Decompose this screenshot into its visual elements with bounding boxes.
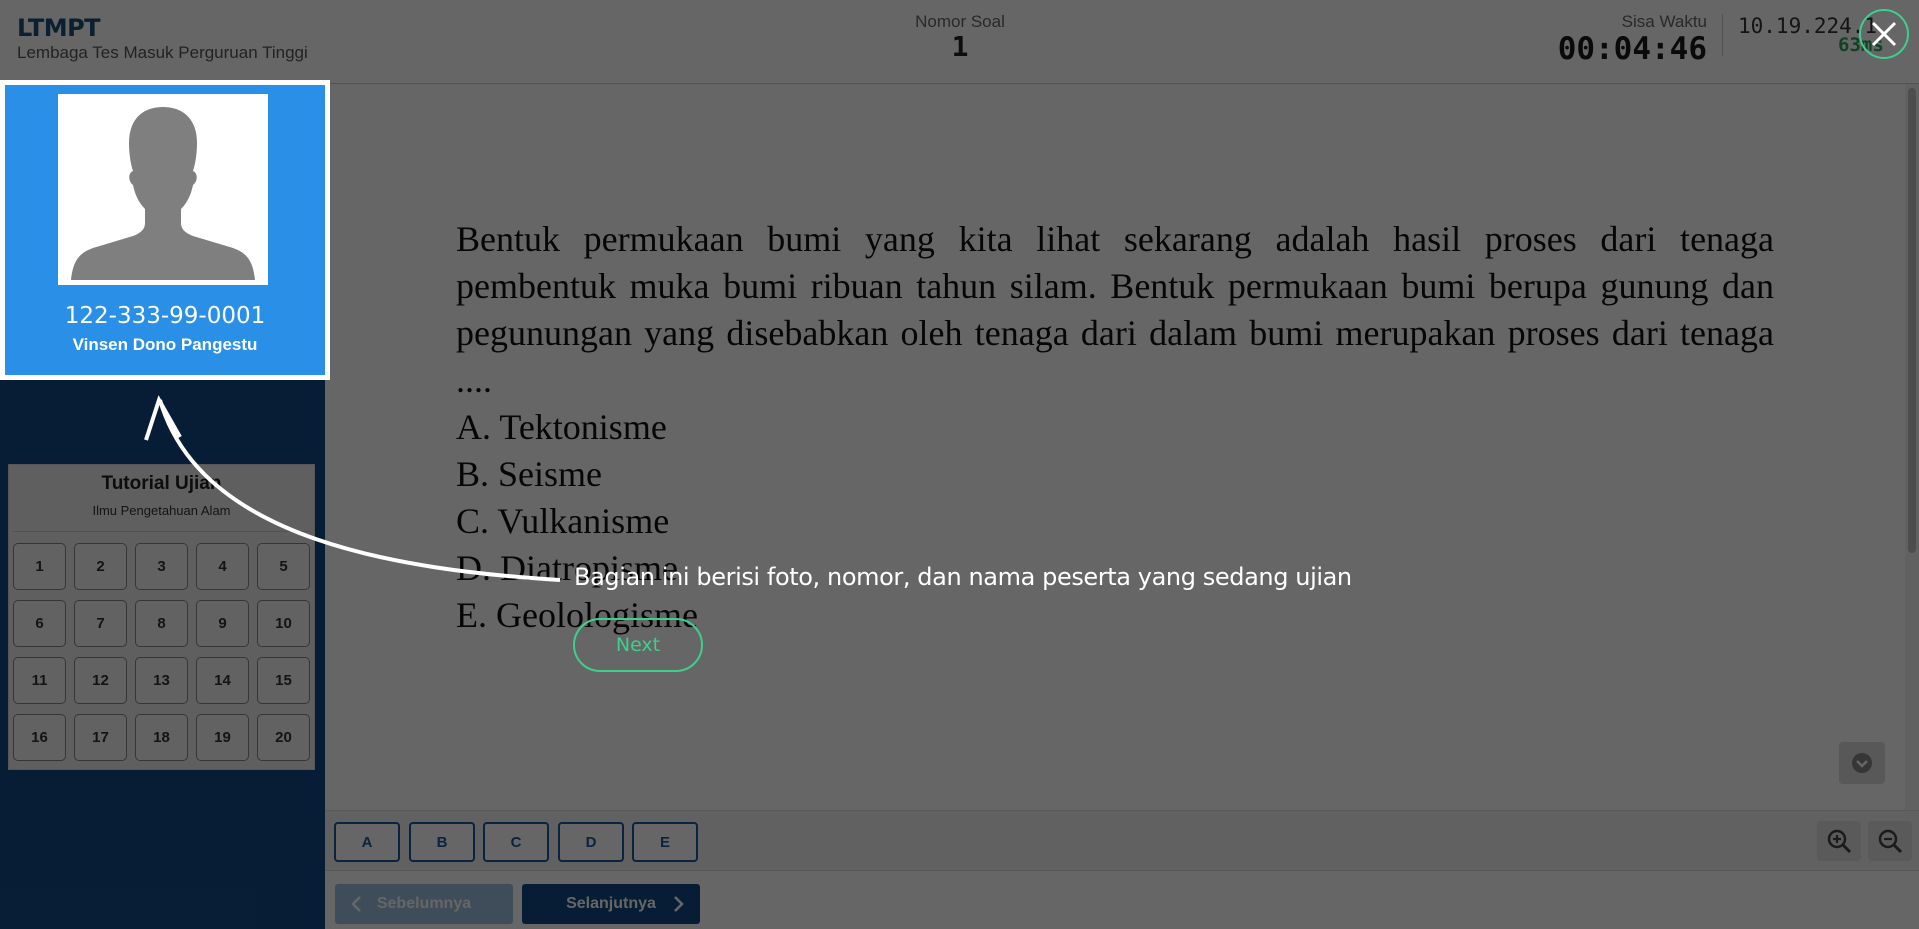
question-button-5[interactable]: 5 xyxy=(257,543,310,590)
navigator-subject: Ilmu Pengetahuan Alam xyxy=(92,503,231,518)
options-list: A. Tektonisme B. Seisme C. Vulkanisme D.… xyxy=(456,404,698,639)
question-button-8[interactable]: 8 xyxy=(135,600,188,647)
participant-name: Vinsen Dono Pangestu xyxy=(72,335,258,354)
answer-button-b[interactable]: B xyxy=(409,822,475,862)
profile-card: 122-333-99-0001 Vinsen Dono Pangestu xyxy=(0,80,330,380)
option-b: B. Seisme xyxy=(456,454,603,494)
previous-button[interactable]: Sebelumnya xyxy=(335,884,513,924)
navigation-bar: Sebelumnya Selanjutnya xyxy=(325,871,1919,929)
question-button-6[interactable]: 6 xyxy=(13,600,66,647)
question-button-10[interactable]: 10 xyxy=(257,600,310,647)
question-button-13[interactable]: 13 xyxy=(135,657,188,704)
content-scrollbar[interactable] xyxy=(1905,84,1919,810)
scrollbar-thumb[interactable] xyxy=(1908,88,1916,553)
question-number-value: 1 xyxy=(951,30,969,63)
answer-button-d[interactable]: D xyxy=(558,822,624,862)
person-silhouette-icon xyxy=(63,99,263,280)
tutorial-message: Bagian ini berisi foto, nomor, dan nama … xyxy=(574,563,1352,591)
question-button-4[interactable]: 4 xyxy=(196,543,249,590)
brand-title: LTMPT xyxy=(17,14,101,42)
question-button-18[interactable]: 18 xyxy=(135,714,188,761)
question-button-7[interactable]: 7 xyxy=(74,600,127,647)
question-navigator: Tutorial Ujian Ilmu Pengetahuan Alam 1 2… xyxy=(8,464,315,770)
header: LTMPT Lembaga Tes Masuk Perguruan Tinggi… xyxy=(0,0,1919,84)
question-number-label: Nomor Soal xyxy=(915,12,1005,31)
answer-button-a[interactable]: A xyxy=(334,822,400,862)
question-button-16[interactable]: 16 xyxy=(13,714,66,761)
question-button-3[interactable]: 3 xyxy=(135,543,188,590)
question-button-9[interactable]: 9 xyxy=(196,600,249,647)
header-divider xyxy=(1722,14,1723,56)
question-grid: 1 2 3 4 5 6 7 8 9 10 11 12 13 14 15 16 1… xyxy=(13,543,313,761)
answer-bar: A B C D E xyxy=(325,810,1919,871)
zoom-out-button[interactable] xyxy=(1868,821,1912,861)
question-button-20[interactable]: 20 xyxy=(257,714,310,761)
next-question-button[interactable]: Selanjutnya xyxy=(522,884,700,924)
previous-button-label: Sebelumnya xyxy=(376,895,472,912)
brand-subtitle: Lembaga Tes Masuk Perguruan Tinggi xyxy=(17,43,308,62)
answer-button-c[interactable]: C xyxy=(483,822,549,862)
timer-display: Sisa Waktu 00:04:46 xyxy=(1558,12,1707,66)
timer-value: 00:04:46 xyxy=(1557,31,1707,67)
participant-photo xyxy=(58,94,268,285)
tutorial-next-button[interactable]: Next xyxy=(573,618,703,672)
navigator-divider xyxy=(13,531,310,532)
close-icon xyxy=(1871,21,1897,47)
question-button-14[interactable]: 14 xyxy=(196,657,249,704)
tutorial-close-button[interactable] xyxy=(1859,9,1909,59)
question-button-15[interactable]: 15 xyxy=(257,657,310,704)
question-button-12[interactable]: 12 xyxy=(74,657,127,704)
zoom-in-button[interactable] xyxy=(1817,821,1861,861)
chevron-down-icon xyxy=(1852,753,1872,773)
chevron-right-icon xyxy=(674,896,684,912)
question-button-11[interactable]: 11 xyxy=(13,657,66,704)
navigator-title: Tutorial Ujian xyxy=(101,473,222,494)
option-a: A. Tektonisme xyxy=(456,407,667,447)
answer-button-e[interactable]: E xyxy=(632,822,698,862)
question-button-2[interactable]: 2 xyxy=(74,543,127,590)
question-button-19[interactable]: 19 xyxy=(196,714,249,761)
question-text: Bentuk permukaan bumi yang kita lihat se… xyxy=(456,219,1774,400)
question-number-display: Nomor Soal 1 xyxy=(880,12,1040,62)
option-c: C. Vulkanisme xyxy=(456,501,670,541)
question-content: Bentuk permukaan bumi yang kita lihat se… xyxy=(325,84,1919,810)
participant-number: 122-333-99-0001 xyxy=(64,303,266,329)
scroll-down-button[interactable] xyxy=(1839,742,1885,784)
question-button-17[interactable]: 17 xyxy=(74,714,127,761)
question-button-1[interactable]: 1 xyxy=(13,543,66,590)
timer-label: Sisa Waktu xyxy=(1621,12,1707,31)
zoom-out-icon xyxy=(1878,829,1903,854)
zoom-in-icon xyxy=(1827,829,1852,854)
